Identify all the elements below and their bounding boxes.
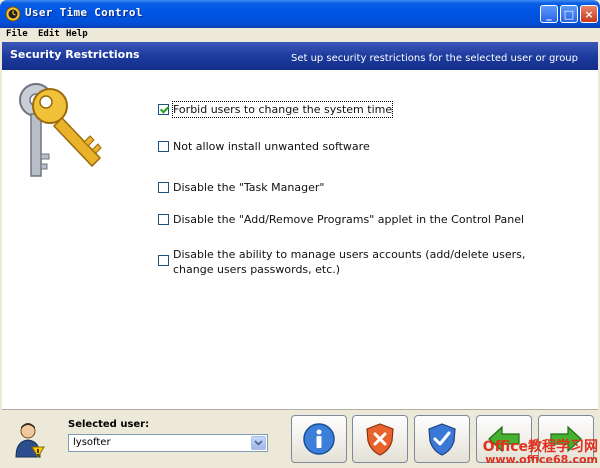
menu-edit[interactable]: Edit xyxy=(38,29,60,39)
section-title: Security Restrictions xyxy=(10,48,140,61)
option-disable-add-remove[interactable]: Disable the "Add/Remove Programs" applet… xyxy=(158,212,524,227)
section-subtitle: Set up security restrictions for the sel… xyxy=(290,53,578,64)
chevron-down-icon[interactable] xyxy=(251,436,266,450)
task-manager-checkbox[interactable] xyxy=(158,182,169,193)
option-block-install[interactable]: Not allow install unwanted software xyxy=(158,139,370,154)
minimize-button[interactable]: _ xyxy=(540,5,558,23)
option-disable-task-manager[interactable]: Disable the "Task Manager" xyxy=(158,180,324,195)
block-install-checkbox[interactable] xyxy=(158,141,169,152)
user-accounts-label-line1: Disable the ability to manage users acco… xyxy=(173,248,526,261)
menu-bar: File Edit Help xyxy=(0,28,600,42)
close-button[interactable]: × xyxy=(580,5,598,23)
menu-help[interactable]: Help xyxy=(66,29,88,39)
shield-check-icon xyxy=(428,423,456,456)
section-header: Security Restrictions Set up security re… xyxy=(2,42,598,70)
add-remove-checkbox[interactable] xyxy=(158,214,169,225)
watermark-line2: www.office68.com xyxy=(485,453,598,467)
title-bar[interactable]: User Time Control _ □ × xyxy=(0,0,600,28)
task-manager-label: Disable the "Task Manager" xyxy=(173,181,325,194)
selected-user-label: Selected user: xyxy=(68,419,150,430)
watermark: Office教程学习网 www.office68.com xyxy=(483,440,598,466)
minimize-icon: _ xyxy=(546,7,552,21)
maximize-button[interactable]: □ xyxy=(560,5,578,23)
forbid-time-checkbox[interactable] xyxy=(158,104,169,115)
menu-file[interactable]: File xyxy=(6,29,28,39)
maximize-icon: □ xyxy=(563,7,575,21)
cancel-button[interactable] xyxy=(352,415,408,463)
block-install-label: Not allow install unwanted software xyxy=(173,140,370,153)
shield-x-icon xyxy=(366,423,394,456)
info-icon xyxy=(303,423,335,455)
close-icon: × xyxy=(584,7,594,21)
user-accounts-label-line2: change users passwords, etc.) xyxy=(173,263,341,276)
selected-user-dropdown[interactable]: lysofter xyxy=(68,434,268,452)
option-forbid-time-change[interactable]: Forbid users to change the system time xyxy=(158,101,394,118)
app-clock-icon xyxy=(5,6,21,22)
keys-icon xyxy=(10,76,110,186)
forbid-time-label: Forbid users to change the system time xyxy=(171,101,394,118)
app-window: User Time Control _ □ × File Edit Help S… xyxy=(0,0,600,468)
watermark-line1: Office教程学习网 xyxy=(482,438,598,455)
restrictions-panel: Forbid users to change the system time N… xyxy=(2,70,598,410)
bottom-bar: Selected user: lysofter Office教程学习网 www.… xyxy=(0,411,600,468)
apply-button[interactable] xyxy=(414,415,470,463)
info-button[interactable] xyxy=(291,415,347,463)
user-avatar-icon xyxy=(15,423,45,458)
selected-user-value: lysofter xyxy=(73,437,111,448)
window-title: User Time Control xyxy=(25,6,143,19)
option-disable-user-accounts[interactable]: Disable the ability to manage users acco… xyxy=(158,247,525,277)
add-remove-label: Disable the "Add/Remove Programs" applet… xyxy=(173,213,525,226)
user-accounts-label: Disable the ability to manage users acco… xyxy=(173,247,525,277)
user-accounts-checkbox[interactable] xyxy=(158,255,169,266)
